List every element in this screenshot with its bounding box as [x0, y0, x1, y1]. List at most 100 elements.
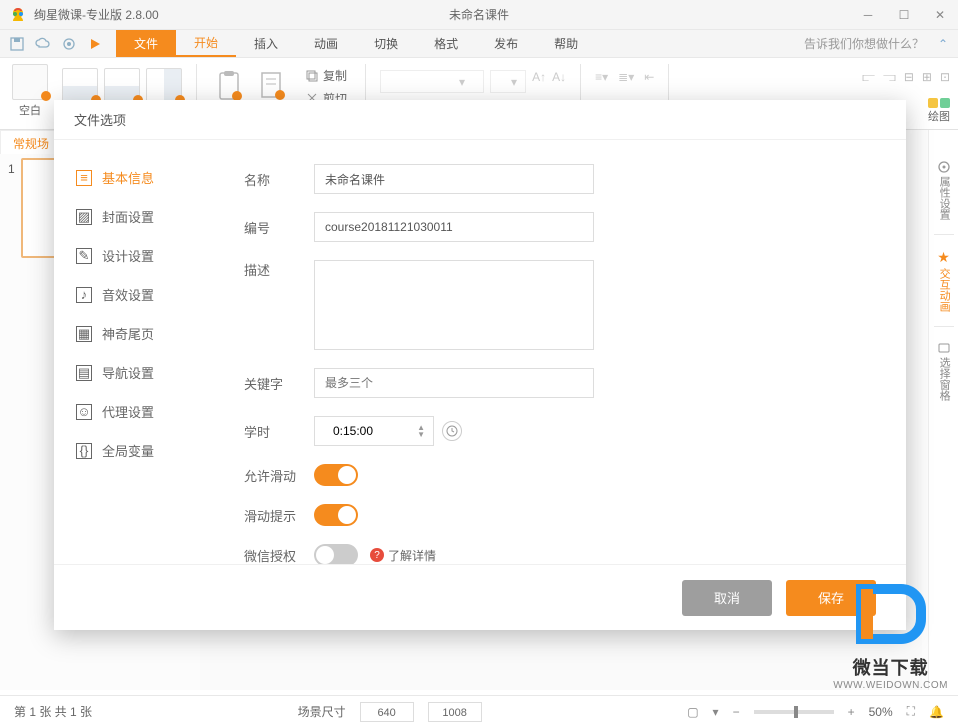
cloud-icon[interactable] — [32, 33, 54, 55]
app-title: 绚星微课-专业版 2.8.00 — [34, 6, 159, 23]
font-family-select[interactable]: ▾ — [380, 70, 484, 93]
sidebar-item-basic[interactable]: ≡基本信息 — [54, 158, 214, 197]
sidebar-item-sound[interactable]: ♪音效设置 — [54, 275, 214, 314]
tab-help[interactable]: 帮助 — [536, 30, 596, 57]
drawing-group: 绘图 — [928, 98, 950, 124]
close-button[interactable]: ✕ — [930, 5, 950, 25]
sidebar-item-design[interactable]: ✎设计设置 — [54, 236, 214, 275]
status-bar: 第 1 张 共 1 张 场景尺寸 640 1008 ▢ ▾ − + 50% ⛶ … — [0, 695, 958, 727]
modal-content: 名称 编号 描述 关键字 学时 ▲▼ — [214, 140, 906, 564]
zoom-slider[interactable] — [754, 710, 834, 714]
clipboard-icon[interactable] — [211, 68, 247, 104]
collapse-ribbon-icon[interactable]: ⌃ — [934, 37, 958, 51]
scene-size-label: 场景尺寸 — [298, 703, 346, 720]
name-label: 名称 — [244, 170, 314, 189]
tab-insert[interactable]: 插入 — [236, 30, 296, 57]
align-icon[interactable]: ⊡ — [940, 70, 950, 85]
zoom-out-icon[interactable]: − — [733, 705, 740, 719]
align-icon[interactable]: ⊞ — [922, 70, 932, 85]
page-status: 第 1 张 共 1 张 — [14, 703, 92, 720]
duration-input[interactable]: ▲▼ — [314, 416, 434, 446]
save-icon[interactable] — [6, 33, 28, 55]
decrease-font-icon[interactable]: A↓ — [552, 70, 566, 93]
thumb-number: 1 — [8, 158, 15, 258]
tab-file[interactable]: 文件 — [116, 30, 176, 57]
tab-start[interactable]: 开始 — [176, 30, 236, 57]
sidebar-item-cover[interactable]: ▨封面设置 — [54, 197, 214, 236]
blank-label: 空白 — [19, 102, 41, 118]
keyword-input[interactable] — [314, 368, 594, 398]
side-selection-pane[interactable]: 选择窗格 — [937, 341, 951, 401]
music-icon: ♪ — [76, 287, 92, 303]
align-icon[interactable]: ⊟ — [904, 70, 914, 85]
view-icon[interactable]: ▾ — [713, 705, 719, 719]
play-icon[interactable] — [84, 33, 106, 55]
modal-title: 文件选项 — [54, 100, 906, 140]
template-icon-3[interactable] — [146, 68, 182, 104]
side-properties[interactable]: 属性设置 — [937, 160, 951, 220]
tab-format[interactable]: 格式 — [416, 30, 476, 57]
desc-label: 描述 — [244, 260, 314, 279]
minimize-button[interactable]: ─ — [858, 5, 878, 25]
learn-more-link[interactable]: ? 了解详情 — [370, 547, 436, 564]
id-input[interactable] — [314, 212, 594, 242]
clock-icon[interactable] — [442, 421, 462, 441]
wechat-label: 微信授权 — [244, 546, 314, 565]
font-controls: ▾ ▾ A↑ A↓ — [380, 64, 566, 93]
list-icon: ≡ — [76, 170, 92, 186]
sidebar-item-global[interactable]: {}全局变量 — [54, 431, 214, 470]
help-icon: ? — [370, 548, 384, 562]
file-options-modal: 文件选项 ≡基本信息 ▨封面设置 ✎设计设置 ♪音效设置 ▦神奇尾页 ▤导航设置… — [54, 100, 906, 630]
template-icon-2[interactable] — [104, 68, 140, 104]
wechat-toggle[interactable] — [314, 544, 358, 564]
template-icon-1[interactable] — [62, 68, 98, 104]
bell-icon[interactable]: 🔔 — [929, 705, 944, 719]
desc-textarea[interactable] — [314, 260, 594, 350]
sidebar-item-proxy[interactable]: ☺代理设置 — [54, 392, 214, 431]
document-title: 未命名课件 — [449, 6, 509, 23]
settings-icon[interactable] — [58, 33, 80, 55]
tab-bar: 文件 开始 插入 动画 切换 格式 发布 帮助 告诉我们你想做什么？ ⌃ — [0, 30, 958, 58]
bullets-icon[interactable]: ≡▾ — [595, 70, 608, 84]
app-logo-icon — [8, 5, 28, 25]
sidebar-item-nav[interactable]: ▤导航设置 — [54, 353, 214, 392]
allow-slide-toggle[interactable] — [314, 464, 358, 486]
tell-me-input[interactable]: 告诉我们你想做什么？ — [794, 35, 934, 52]
name-input[interactable] — [314, 164, 594, 194]
slide-hint-toggle[interactable] — [314, 504, 358, 526]
numbering-icon[interactable]: ≣▾ — [618, 70, 634, 84]
paste-icon[interactable] — [255, 68, 291, 104]
sidebar-item-tail[interactable]: ▦神奇尾页 — [54, 314, 214, 353]
copy-button[interactable]: 复制 — [301, 66, 351, 85]
side-animation[interactable]: ★ 交互动画 — [937, 249, 950, 312]
tab-publish[interactable]: 发布 — [476, 30, 536, 57]
align-icon[interactable]: ⫍ — [862, 70, 875, 85]
duration-value[interactable] — [323, 424, 383, 438]
view-icon[interactable]: ▢ — [687, 705, 698, 719]
keyword-label: 关键字 — [244, 374, 314, 393]
grid-icon: ▦ — [76, 326, 92, 342]
align-icon[interactable]: ⫎ — [883, 70, 896, 85]
indent-icon[interactable]: ⇤ — [644, 70, 654, 84]
height-input[interactable]: 1008 — [428, 702, 482, 722]
font-size-select[interactable]: ▾ — [490, 70, 526, 93]
spinner-icon[interactable]: ▲▼ — [417, 424, 425, 438]
save-button[interactable]: 保存 — [786, 580, 876, 616]
modal-sidebar: ≡基本信息 ▨封面设置 ✎设计设置 ♪音效设置 ▦神奇尾页 ▤导航设置 ☺代理设… — [54, 140, 214, 564]
user-icon: ☺ — [76, 404, 92, 420]
zoom-in-icon[interactable]: + — [848, 705, 855, 719]
maximize-button[interactable]: ☐ — [894, 5, 914, 25]
tab-animation[interactable]: 动画 — [296, 30, 356, 57]
duration-label: 学时 — [244, 422, 314, 441]
blank-slide-icon[interactable] — [12, 64, 48, 100]
width-input[interactable]: 640 — [360, 702, 414, 722]
allow-slide-label: 允许滑动 — [244, 466, 314, 485]
increase-font-icon[interactable]: A↑ — [532, 70, 546, 93]
zoom-value: 50% — [869, 705, 893, 719]
quick-access-toolbar — [0, 33, 112, 55]
slide-hint-label: 滑动提示 — [244, 506, 314, 525]
scene-tab[interactable]: 常规场 — [0, 130, 62, 154]
cancel-button[interactable]: 取消 — [682, 580, 772, 616]
tab-switch[interactable]: 切换 — [356, 30, 416, 57]
fit-icon[interactable]: ⛶ — [907, 704, 915, 719]
